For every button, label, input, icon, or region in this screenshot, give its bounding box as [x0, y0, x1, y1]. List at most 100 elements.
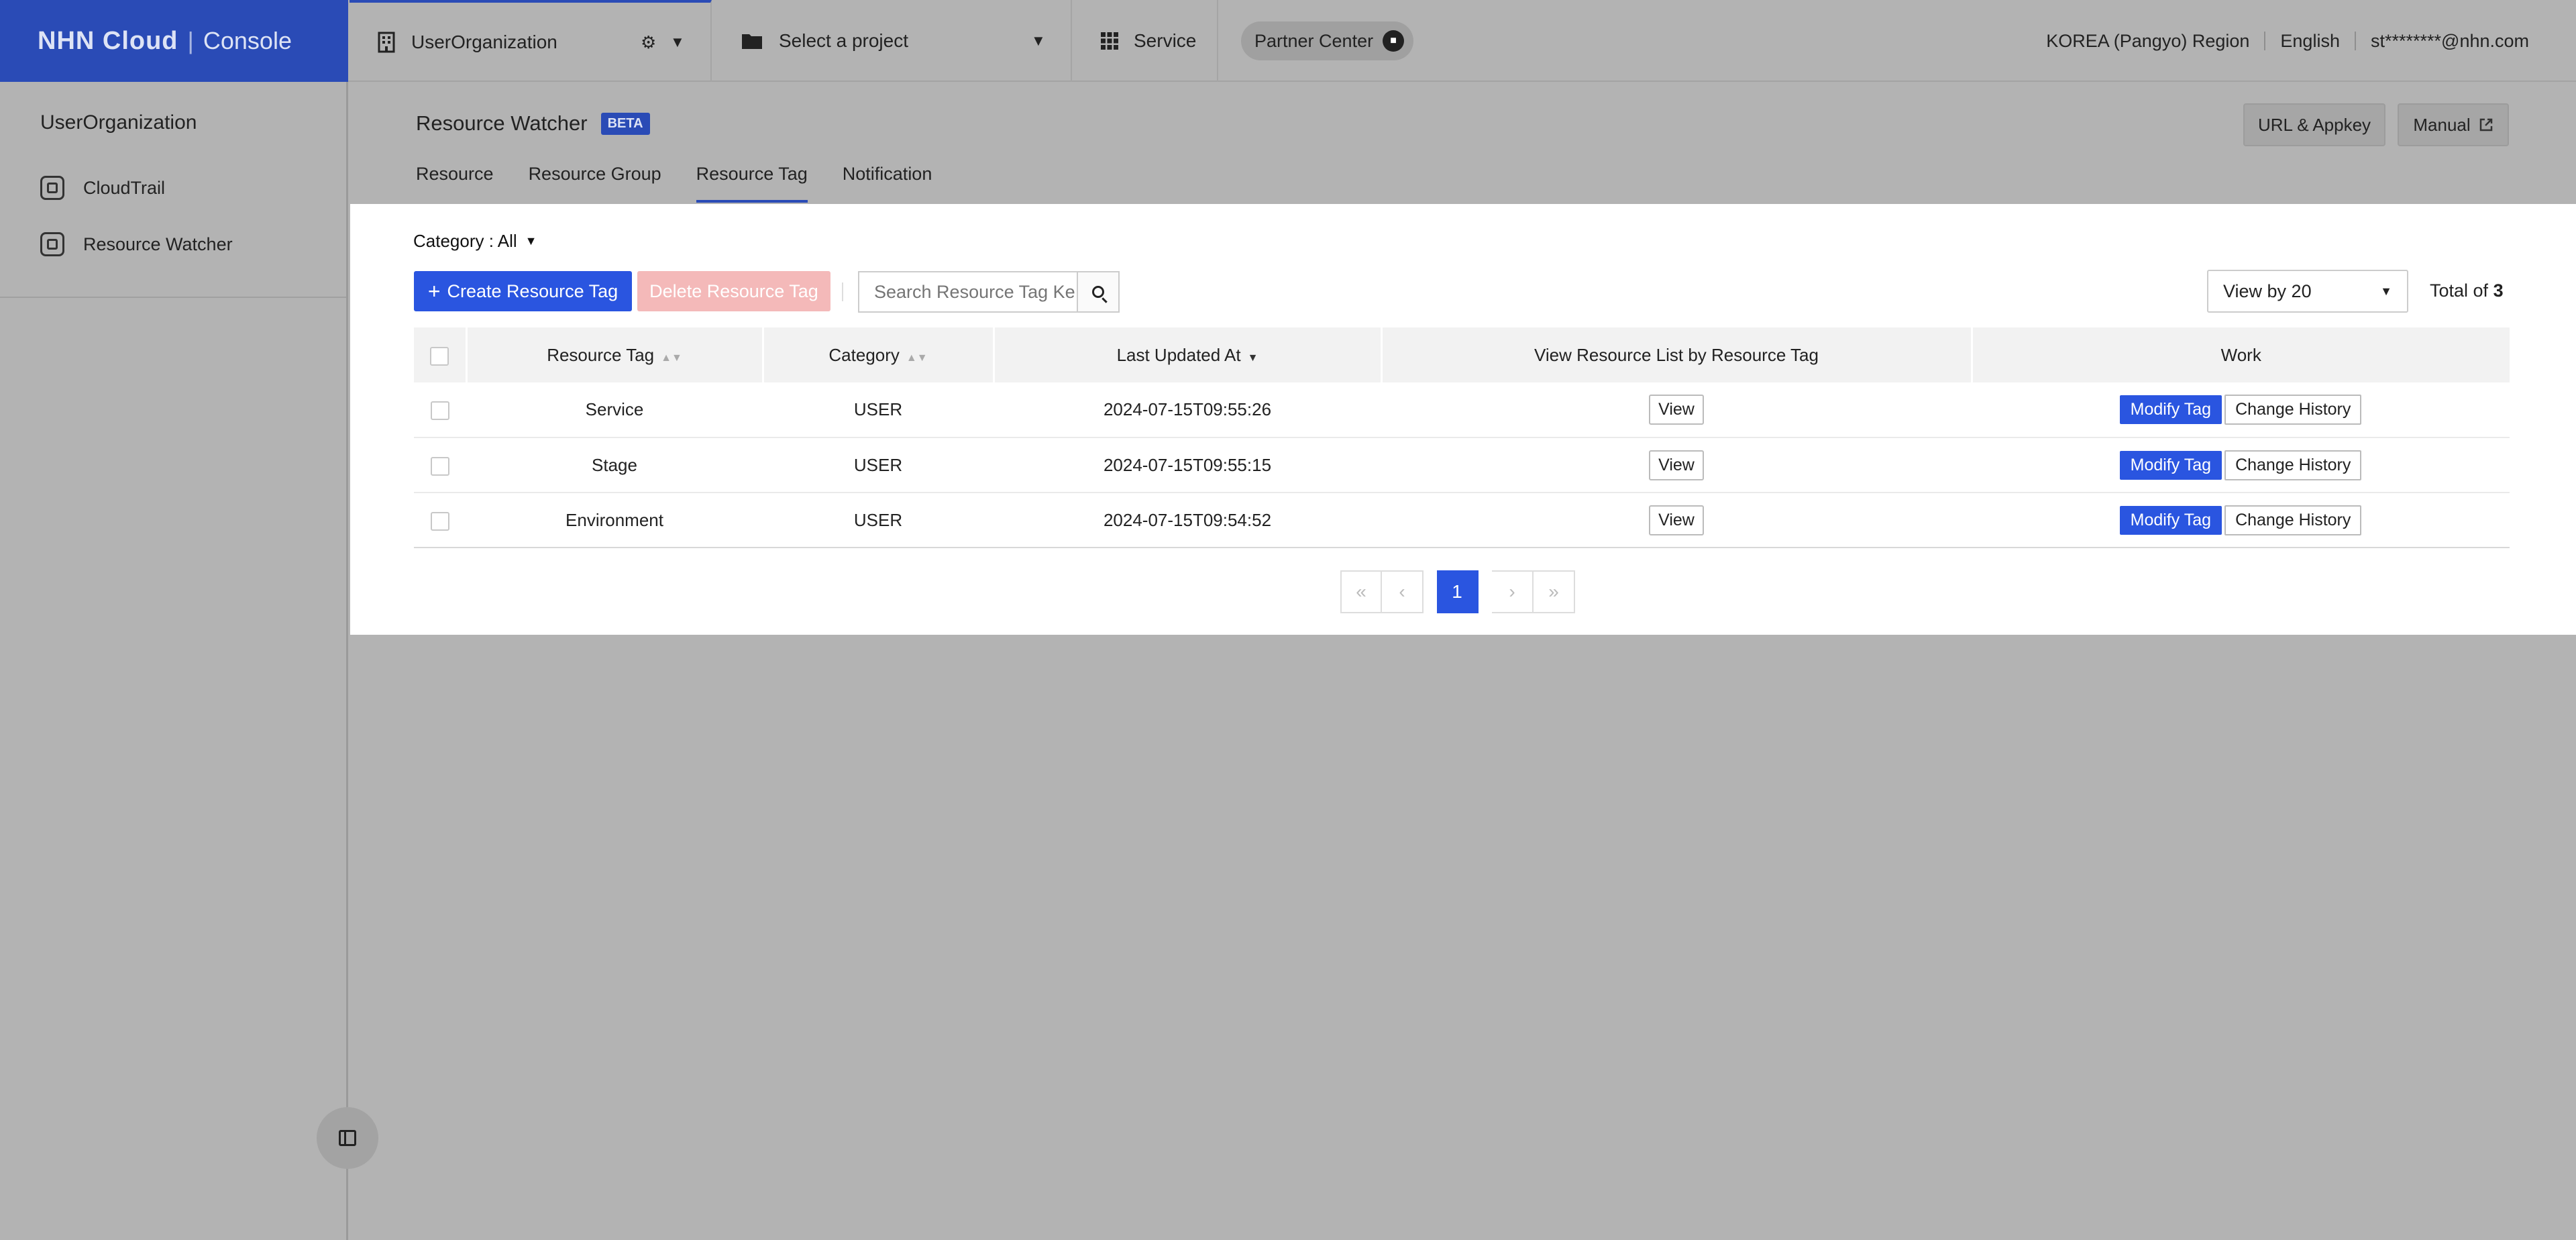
project-name: Select a project [779, 30, 908, 51]
sort-desc-icon: ▼ [1247, 352, 1258, 364]
category-filter[interactable]: Category : All ▼ [413, 231, 537, 252]
external-link-icon [2479, 118, 2492, 132]
language-selector[interactable]: English [2280, 31, 2340, 52]
modify-tag-button[interactable]: Modify Tag [2119, 505, 2222, 535]
gear-icon[interactable]: ⚙ [641, 32, 656, 53]
cell-category: USER [763, 382, 994, 438]
select-all-checkbox[interactable] [430, 346, 449, 366]
sidebar: UserOrganization CloudTrail Resource Wat… [0, 82, 348, 1240]
chevron-down-icon[interactable]: ▼ [670, 34, 685, 51]
create-resource-tag-button[interactable]: + Create Resource Tag [414, 271, 632, 311]
view-button[interactable]: View [1649, 395, 1704, 425]
manual-label: Manual [2413, 114, 2471, 135]
change-history-button[interactable]: Change History [2224, 505, 2362, 535]
sidebar-divider [0, 297, 346, 298]
partner-center-button[interactable]: Partner Center ■ [1241, 21, 1414, 60]
sidebar-collapse-button[interactable] [317, 1107, 378, 1169]
sidebar-item-resource-watcher[interactable]: Resource Watcher [40, 231, 233, 258]
top-bar: NHN Cloud | Console UserOrganization ⚙ ▼… [0, 0, 2576, 82]
change-history-button[interactable]: Change History [2224, 450, 2362, 480]
table-row[interactable]: Service USER 2024-07-15T09:55:26 View Mo… [414, 382, 2510, 438]
sidebar-item-label: CloudTrail [83, 177, 166, 198]
column-header-last-updated[interactable]: Last Updated At ▼ [994, 327, 1383, 382]
resource-tag-table: Resource Tag ▲▼ Category ▲▼ Last Updated A… [414, 327, 2510, 548]
plus-icon: + [427, 279, 441, 303]
service-menu[interactable]: Service [1072, 0, 1218, 82]
cell-last-updated: 2024-07-15T09:54:52 [994, 493, 1381, 548]
sort-icon: ▲▼ [906, 352, 928, 364]
sidebar-toggle-icon [339, 1130, 356, 1146]
row-checkbox[interactable] [431, 401, 449, 421]
tab-resource[interactable]: Resource [416, 160, 494, 203]
tab-notification[interactable]: Notification [843, 160, 932, 203]
row-checkbox[interactable] [431, 456, 449, 476]
region-selector[interactable]: KOREA (Pangyo) Region [2046, 31, 2249, 52]
sort-icon: ▲▼ [661, 352, 682, 364]
brand-logo[interactable]: NHN Cloud | Console [0, 0, 348, 82]
modify-tag-button[interactable]: Modify Tag [2119, 395, 2222, 424]
prev-page-button[interactable]: ‹ [1382, 570, 1424, 613]
row-checkbox[interactable] [431, 511, 449, 531]
tab-resource-tag[interactable]: Resource Tag [696, 160, 808, 203]
folder-icon [742, 34, 762, 49]
view-button[interactable]: View [1649, 450, 1704, 480]
manual-button[interactable]: Manual [2398, 103, 2509, 146]
page-title-text: Resource Watcher [416, 111, 588, 135]
column-header-category[interactable]: Category ▲▼ [763, 327, 995, 382]
view-by-value: View by 20 [2223, 280, 2312, 301]
select-all-cell [414, 327, 468, 382]
table-row[interactable]: Environment USER 2024-07-15T09:54:52 Vie… [414, 493, 2510, 548]
column-header-label: Resource Tag [547, 344, 655, 365]
user-account[interactable]: st********@nhn.com [2371, 31, 2529, 52]
category-filter-label: Category : All [413, 231, 517, 251]
last-page-button[interactable]: » [1534, 570, 1575, 613]
brand-logo-text: NHN Cloud [38, 26, 178, 55]
caret-down-icon: ▼ [2380, 284, 2392, 298]
delete-resource-tag-button[interactable]: Delete Resource Tag [637, 271, 830, 311]
toolbar-divider [842, 282, 843, 301]
chip-icon [40, 176, 64, 200]
column-header-label: Category [828, 344, 900, 365]
brand-console-text: Console [203, 27, 292, 54]
page-number-button[interactable]: 1 [1437, 570, 1479, 613]
total-prefix: Total of [2430, 280, 2493, 301]
project-selector[interactable]: Select a project ▼ [712, 0, 1072, 82]
column-header-label: Work [2220, 344, 2261, 365]
cell-category: USER [763, 437, 994, 493]
partner-center-label: Partner Center [1254, 30, 1374, 51]
cell-last-updated: 2024-07-15T09:55:26 [994, 382, 1381, 438]
sidebar-item-cloudtrail[interactable]: CloudTrail [40, 174, 165, 201]
column-header-work: Work [1972, 327, 2510, 382]
cell-resource-tag: Environment [466, 493, 763, 548]
total-count: Total of 3 [2430, 280, 2504, 301]
beta-badge: BETA [600, 112, 650, 135]
create-resource-tag-label: Create Resource Tag [447, 280, 619, 301]
url-appkey-button[interactable]: URL & Appkey [2243, 103, 2385, 146]
search-button[interactable] [1077, 271, 1120, 313]
lock-icon: ■ [1383, 30, 1405, 52]
next-page-button[interactable]: › [1492, 570, 1534, 613]
tab-resource-group[interactable]: Resource Group [529, 160, 661, 203]
pagination: « ‹ 1 › » [1340, 570, 1575, 613]
divider [2354, 32, 2356, 50]
change-history-button[interactable]: Change History [2224, 395, 2362, 425]
view-by-select[interactable]: View by 20 ▼ [2207, 270, 2408, 313]
table-row[interactable]: Stage USER 2024-07-15T09:55:15 View Modi… [414, 437, 2510, 493]
search-input[interactable] [858, 271, 1078, 313]
page-title: Resource Watcher BETA [416, 111, 650, 136]
cell-resource-tag: Service [466, 382, 763, 438]
column-header-view-resources: View Resource List by Resource Tag [1381, 327, 1973, 382]
caret-down-icon: ▼ [525, 234, 537, 248]
organization-selector[interactable]: UserOrganization ⚙ ▼ [350, 0, 712, 82]
first-page-button[interactable]: « [1340, 570, 1382, 613]
cell-last-updated: 2024-07-15T09:55:15 [994, 437, 1381, 493]
organization-name: UserOrganization [411, 32, 557, 52]
view-button[interactable]: View [1649, 505, 1704, 535]
modify-tag-button[interactable]: Modify Tag [2119, 450, 2222, 480]
search-icon [1092, 286, 1104, 298]
chevron-down-icon[interactable]: ▼ [1031, 32, 1046, 50]
top-right-menu: KOREA (Pangyo) Region English st********… [2046, 0, 2529, 82]
column-header-resource-tag[interactable]: Resource Tag ▲▼ [466, 327, 764, 382]
delete-resource-tag-label: Delete Resource Tag [649, 280, 818, 301]
divider [2264, 32, 2266, 50]
